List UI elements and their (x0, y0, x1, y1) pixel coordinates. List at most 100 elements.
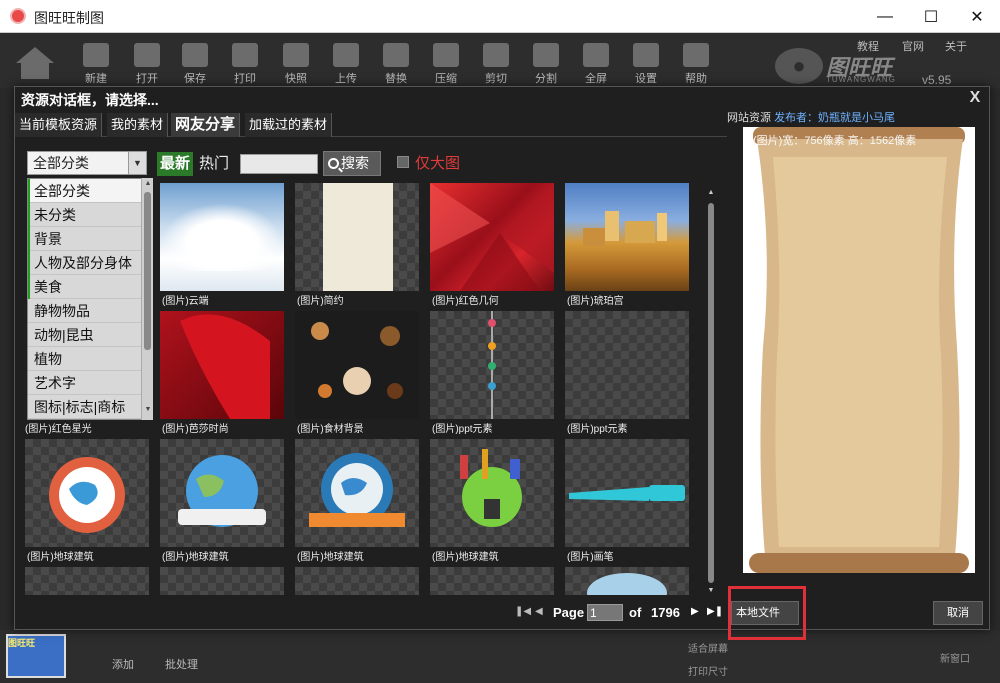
grid-item[interactable]: (图片)红色几何 (430, 183, 554, 307)
new-window-button[interactable]: 新窗口 (940, 650, 970, 665)
scroll-up-icon[interactable]: ▲ (144, 180, 152, 187)
scrollbar-thumb[interactable] (144, 192, 151, 350)
scroll-down-icon[interactable]: ▼ (144, 406, 152, 413)
toolbar-cut[interactable]: 剪切 (474, 41, 518, 85)
toolbar-save[interactable]: 保存 (173, 41, 217, 85)
toolbar-fullscreen[interactable]: 全屏 (574, 41, 618, 85)
grid-item[interactable]: (图片)ppt元素 (565, 311, 689, 435)
monitor-icon (583, 43, 609, 67)
printer-icon (232, 43, 258, 67)
maximize-button[interactable]: ☐ (908, 0, 954, 33)
category-item[interactable]: 美食 (28, 275, 152, 299)
grid-item[interactable] (25, 567, 149, 595)
tab-user-shared[interactable]: 网友分享 (171, 113, 241, 137)
grid-item[interactable]: (图片)ppt元素 (430, 311, 689, 435)
category-item[interactable]: 静物物品 (28, 299, 152, 323)
source-label: 网站资源 (727, 112, 771, 124)
tab-current-template[interactable]: 当前模板资源 (15, 113, 103, 137)
window-title: 图旺旺制图 (34, 10, 104, 26)
toolbar-settings[interactable]: 设置 (624, 41, 668, 85)
tab-my-materials[interactable]: 我的素材 (107, 113, 169, 137)
add-button[interactable]: 添加 (112, 656, 134, 672)
thumbnail-partial (295, 567, 419, 595)
crop-icon (533, 43, 559, 67)
grid-item[interactable]: (图片)食材背景 (295, 311, 554, 435)
scrollbar-thumb[interactable] (708, 203, 714, 583)
category-item[interactable]: 植物 (28, 347, 152, 371)
category-selected-value: 全部分类 (33, 155, 89, 171)
grid-item[interactable] (295, 567, 419, 595)
grid-item[interactable]: (图片)地球建筑 (430, 439, 554, 563)
dialog-close-button[interactable]: X (965, 89, 985, 109)
category-item[interactable]: 人物及部分身体 (28, 251, 152, 275)
parchment-scroll-image (743, 127, 975, 573)
toolbar-upload[interactable]: 上传 (324, 41, 368, 85)
category-item[interactable]: 未分类 (28, 203, 152, 227)
grid-item[interactable]: (图片)地球建筑 (160, 439, 284, 563)
category-scrollbar[interactable]: ▲ ▼ (141, 178, 153, 420)
search-button[interactable]: 搜索 (323, 151, 381, 176)
grid-item[interactable]: (图片)简约 (295, 183, 419, 307)
highlight-box (728, 586, 806, 640)
close-button[interactable]: ✕ (954, 0, 1000, 33)
app-icon (10, 8, 26, 24)
latest-button[interactable]: 最新 (157, 152, 194, 176)
next-page-icon[interactable]: ▶ (691, 606, 699, 617)
print-size-option[interactable]: 打印尺寸 (688, 663, 728, 678)
fit-screen-option[interactable]: 适合屏幕 (688, 640, 728, 655)
category-item[interactable]: 动物|昆虫 (28, 323, 152, 347)
category-item[interactable]: 图标|标志|商标 (28, 395, 152, 419)
scroll-up-icon[interactable]: ▲ (707, 189, 715, 196)
batch-button[interactable]: 批处理 (165, 656, 198, 672)
toolbar-print[interactable]: 打印 (223, 41, 267, 85)
publisher-link[interactable]: 发布者：奶瓶就是小马尾 (774, 112, 895, 124)
category-dropdown[interactable]: 全部分类 ▼ (27, 151, 147, 175)
folder-icon (134, 43, 160, 67)
category-item[interactable]: 背景 (28, 227, 152, 251)
cancel-button[interactable]: 取消 (933, 601, 983, 625)
grid-scrollbar[interactable]: ▲ ▼ (705, 187, 717, 599)
dialog-title: 资源对话框，请选择... (21, 92, 159, 108)
thumbnail-simple (295, 183, 419, 291)
grid-item[interactable]: (图片)画笔 (565, 439, 689, 563)
category-item[interactable]: 全部分类 (28, 179, 152, 203)
toolbar-snapshot[interactable]: 快照 (274, 41, 318, 85)
toolbar-compress[interactable]: 压缩 (424, 41, 468, 85)
chevron-down-icon[interactable]: ▼ (128, 152, 146, 174)
tab-bar: 当前模板资源 我的素材 网友分享 加载过的素材 (15, 113, 727, 137)
search-input[interactable] (240, 154, 318, 174)
scroll-down-icon[interactable]: ▼ (707, 587, 715, 594)
gear-icon (633, 43, 659, 67)
page-number-input[interactable] (587, 604, 623, 621)
link-about[interactable]: 关于 (945, 38, 967, 54)
first-page-icon[interactable]: ❚◀ (515, 606, 531, 617)
big-only-checkbox[interactable] (397, 156, 409, 168)
link-official-site[interactable]: 官网 (902, 38, 924, 54)
of-label: of (629, 605, 642, 620)
page-label: Page (553, 605, 585, 620)
minimize-button[interactable]: — (862, 0, 908, 33)
grid-item[interactable]: (图片)云端 (160, 183, 284, 307)
grid-item[interactable] (565, 567, 689, 595)
toolbar-replace[interactable]: 替换 (374, 41, 418, 85)
category-item[interactable]: 艺术字 (28, 371, 152, 395)
prev-page-icon[interactable]: ◀ (535, 606, 543, 617)
grid-item[interactable]: (图片)琥珀宫 (565, 183, 689, 307)
grid-item[interactable]: (图片)地球建筑 (25, 439, 149, 563)
camera-icon (283, 43, 309, 67)
grid-item[interactable]: (图片)地球建筑 (295, 439, 419, 563)
tab-loaded-materials[interactable]: 加载过的素材 (245, 113, 333, 137)
grid-item[interactable] (430, 567, 554, 595)
toolbar-split[interactable]: 分割 (524, 41, 568, 85)
preview-info: (图片)宽：756像素 高：1562像素 (753, 135, 917, 147)
toolbar-help[interactable]: 帮助 (674, 41, 718, 85)
home-icon[interactable] (14, 45, 56, 81)
toolbar-open[interactable]: 打开 (125, 41, 169, 85)
thumbnail-red-geometry (430, 183, 554, 291)
help-icon (683, 43, 709, 67)
toolbar-new[interactable]: 新建 (74, 41, 118, 85)
grid-item[interactable]: (图片)芭莎时尚 (160, 311, 419, 435)
hot-button[interactable]: 热门 (199, 153, 229, 175)
grid-item[interactable] (160, 567, 284, 595)
last-page-icon[interactable]: ▶❚ (707, 606, 723, 617)
